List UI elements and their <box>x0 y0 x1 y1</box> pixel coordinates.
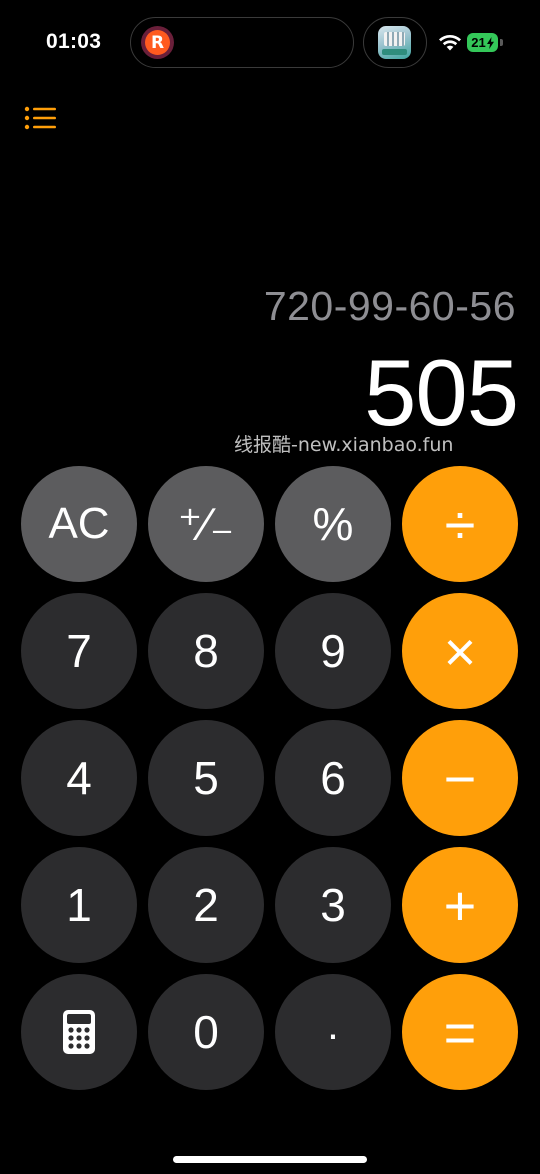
dynamic-island[interactable]: R <box>130 17 354 68</box>
history-list-icon[interactable] <box>22 104 60 136</box>
island-app-icon[interactable]: R <box>141 26 174 59</box>
calculator-mode-button[interactable] <box>21 974 137 1090</box>
calculator-icon <box>63 1010 95 1054</box>
expression-display: 720-99-60-56 <box>263 283 516 329</box>
battery-tip <box>500 39 503 46</box>
all-clear-button[interactable]: AC <box>21 466 137 582</box>
digit-7-button[interactable]: 7 <box>21 593 137 709</box>
digit-2-button[interactable]: 2 <box>148 847 264 963</box>
digit-8-button[interactable]: 8 <box>148 593 264 709</box>
digit-0-button[interactable]: 0 <box>148 974 264 1090</box>
decimal-button[interactable]: . <box>275 974 391 1090</box>
result-display: 505 <box>364 340 519 445</box>
plus-button[interactable]: + <box>402 847 518 963</box>
battery-level: 21 <box>471 35 486 50</box>
status-time: 01:03 <box>46 30 102 53</box>
wifi-icon <box>439 34 461 51</box>
equals-button[interactable]: = <box>402 974 518 1090</box>
digit-6-button[interactable]: 6 <box>275 720 391 836</box>
battery-icon: 21 <box>467 33 498 52</box>
digit-9-button[interactable]: 9 <box>275 593 391 709</box>
keypad: AC ⁺∕₋ % ÷ 7 8 9 × 4 5 6 − 1 2 3 + 0 . = <box>21 466 519 1090</box>
digit-4-button[interactable]: 4 <box>21 720 137 836</box>
plus-minus-button[interactable]: ⁺∕₋ <box>148 466 264 582</box>
digit-1-button[interactable]: 1 <box>21 847 137 963</box>
live-activity-pill[interactable] <box>363 17 427 68</box>
divide-button[interactable]: ÷ <box>402 466 518 582</box>
minus-button[interactable]: − <box>402 720 518 836</box>
island-app-letter: R <box>145 30 170 55</box>
charging-bolt-icon <box>486 36 494 49</box>
percent-button[interactable]: % <box>275 466 391 582</box>
digit-5-button[interactable]: 5 <box>148 720 264 836</box>
digit-3-button[interactable]: 3 <box>275 847 391 963</box>
watermark-text: 线报酷-new.xianbao.fun <box>234 434 454 456</box>
multiply-button[interactable]: × <box>402 593 518 709</box>
home-indicator[interactable] <box>173 1156 367 1163</box>
app-thumbnail-icon <box>378 26 411 59</box>
